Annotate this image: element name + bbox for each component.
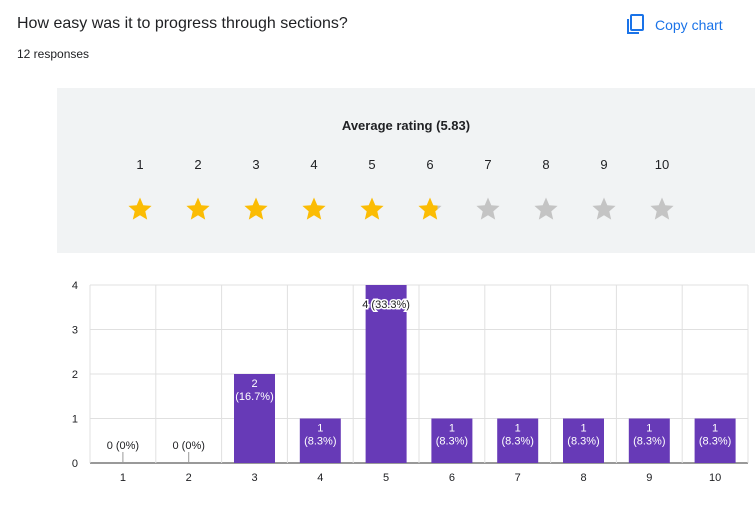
star-scale-label: 10 (654, 157, 670, 172)
average-rating-label: Average rating (341, 118, 433, 133)
data-label: 1 (317, 423, 323, 435)
star-scale-label: 7 (484, 157, 492, 172)
bar (365, 285, 407, 463)
x-tick-label: 3 (251, 472, 257, 484)
data-label: (16.7%) (235, 391, 274, 403)
data-label: 4 (33.3%) (362, 299, 410, 311)
star-scale-label: 4 (310, 157, 318, 172)
y-tick-label: 2 (72, 369, 78, 381)
star-icon (534, 197, 558, 220)
star-scale-label: 2 (194, 157, 202, 172)
y-tick-label: 1 (72, 414, 78, 426)
y-tick-label: 3 (72, 325, 78, 337)
x-tick-label: 7 (515, 472, 521, 484)
data-label: (8.3%) (633, 436, 665, 448)
data-label: 0 (0%) (107, 440, 139, 452)
x-tick-label: 2 (186, 472, 192, 484)
star-icon (186, 197, 210, 220)
x-tick-label: 8 (580, 472, 586, 484)
data-label: (8.3%) (304, 436, 336, 448)
data-label: 2 (251, 378, 257, 390)
x-tick-label: 5 (383, 472, 389, 484)
average-rating-value: (5.83) (436, 118, 471, 133)
star-icon (650, 197, 674, 220)
bar-chart: 0123410 (0%)20 (0%)32(16.7%)41(8.3%)54 (… (72, 280, 749, 484)
y-tick-label: 0 (72, 458, 78, 470)
star-icon (476, 197, 500, 220)
data-label: (8.3%) (567, 436, 599, 448)
star-scale-label: 5 (368, 157, 376, 172)
data-label: 1 (449, 423, 455, 435)
star-scale-label: 8 (542, 157, 550, 172)
x-tick-label: 6 (449, 472, 455, 484)
rating-panel: Average rating (5.83) 1 2 3 4 5 6 7 8 9 10 (57, 88, 755, 253)
data-label: 1 (580, 423, 586, 435)
response-count: 12 responses (17, 47, 90, 61)
star-icon (360, 197, 384, 220)
data-label: 1 (712, 423, 718, 435)
star-scale-label: 3 (252, 157, 260, 172)
x-tick-label: 4 (317, 472, 323, 484)
star-icon (302, 197, 326, 220)
copy-chart-button[interactable]: Copy chart (626, 14, 723, 35)
x-tick-label: 1 (120, 472, 126, 484)
copy-icon (627, 14, 644, 34)
star-icon (418, 197, 442, 220)
data-label: 1 (646, 423, 652, 435)
star-icon (244, 197, 268, 220)
star-icon (592, 197, 616, 220)
x-tick-label: 10 (709, 472, 721, 484)
question-title: How easy was it to progress through sect… (17, 15, 348, 32)
star-scale-label: 1 (136, 157, 144, 172)
star-icon (128, 197, 152, 220)
data-label: 1 (515, 423, 521, 435)
star-scale-label: 6 (426, 157, 434, 172)
x-tick-label: 9 (646, 472, 652, 484)
average-rating-title: Average rating (5.83) (57, 118, 755, 133)
data-label: (8.3%) (501, 436, 533, 448)
data-label: (8.3%) (699, 436, 731, 448)
data-label: (8.3%) (436, 436, 468, 448)
data-label: 0 (0%) (172, 440, 204, 452)
copy-chart-label: Copy chart (655, 16, 723, 33)
y-tick-label: 4 (72, 280, 78, 292)
star-scale-label: 9 (600, 157, 608, 172)
